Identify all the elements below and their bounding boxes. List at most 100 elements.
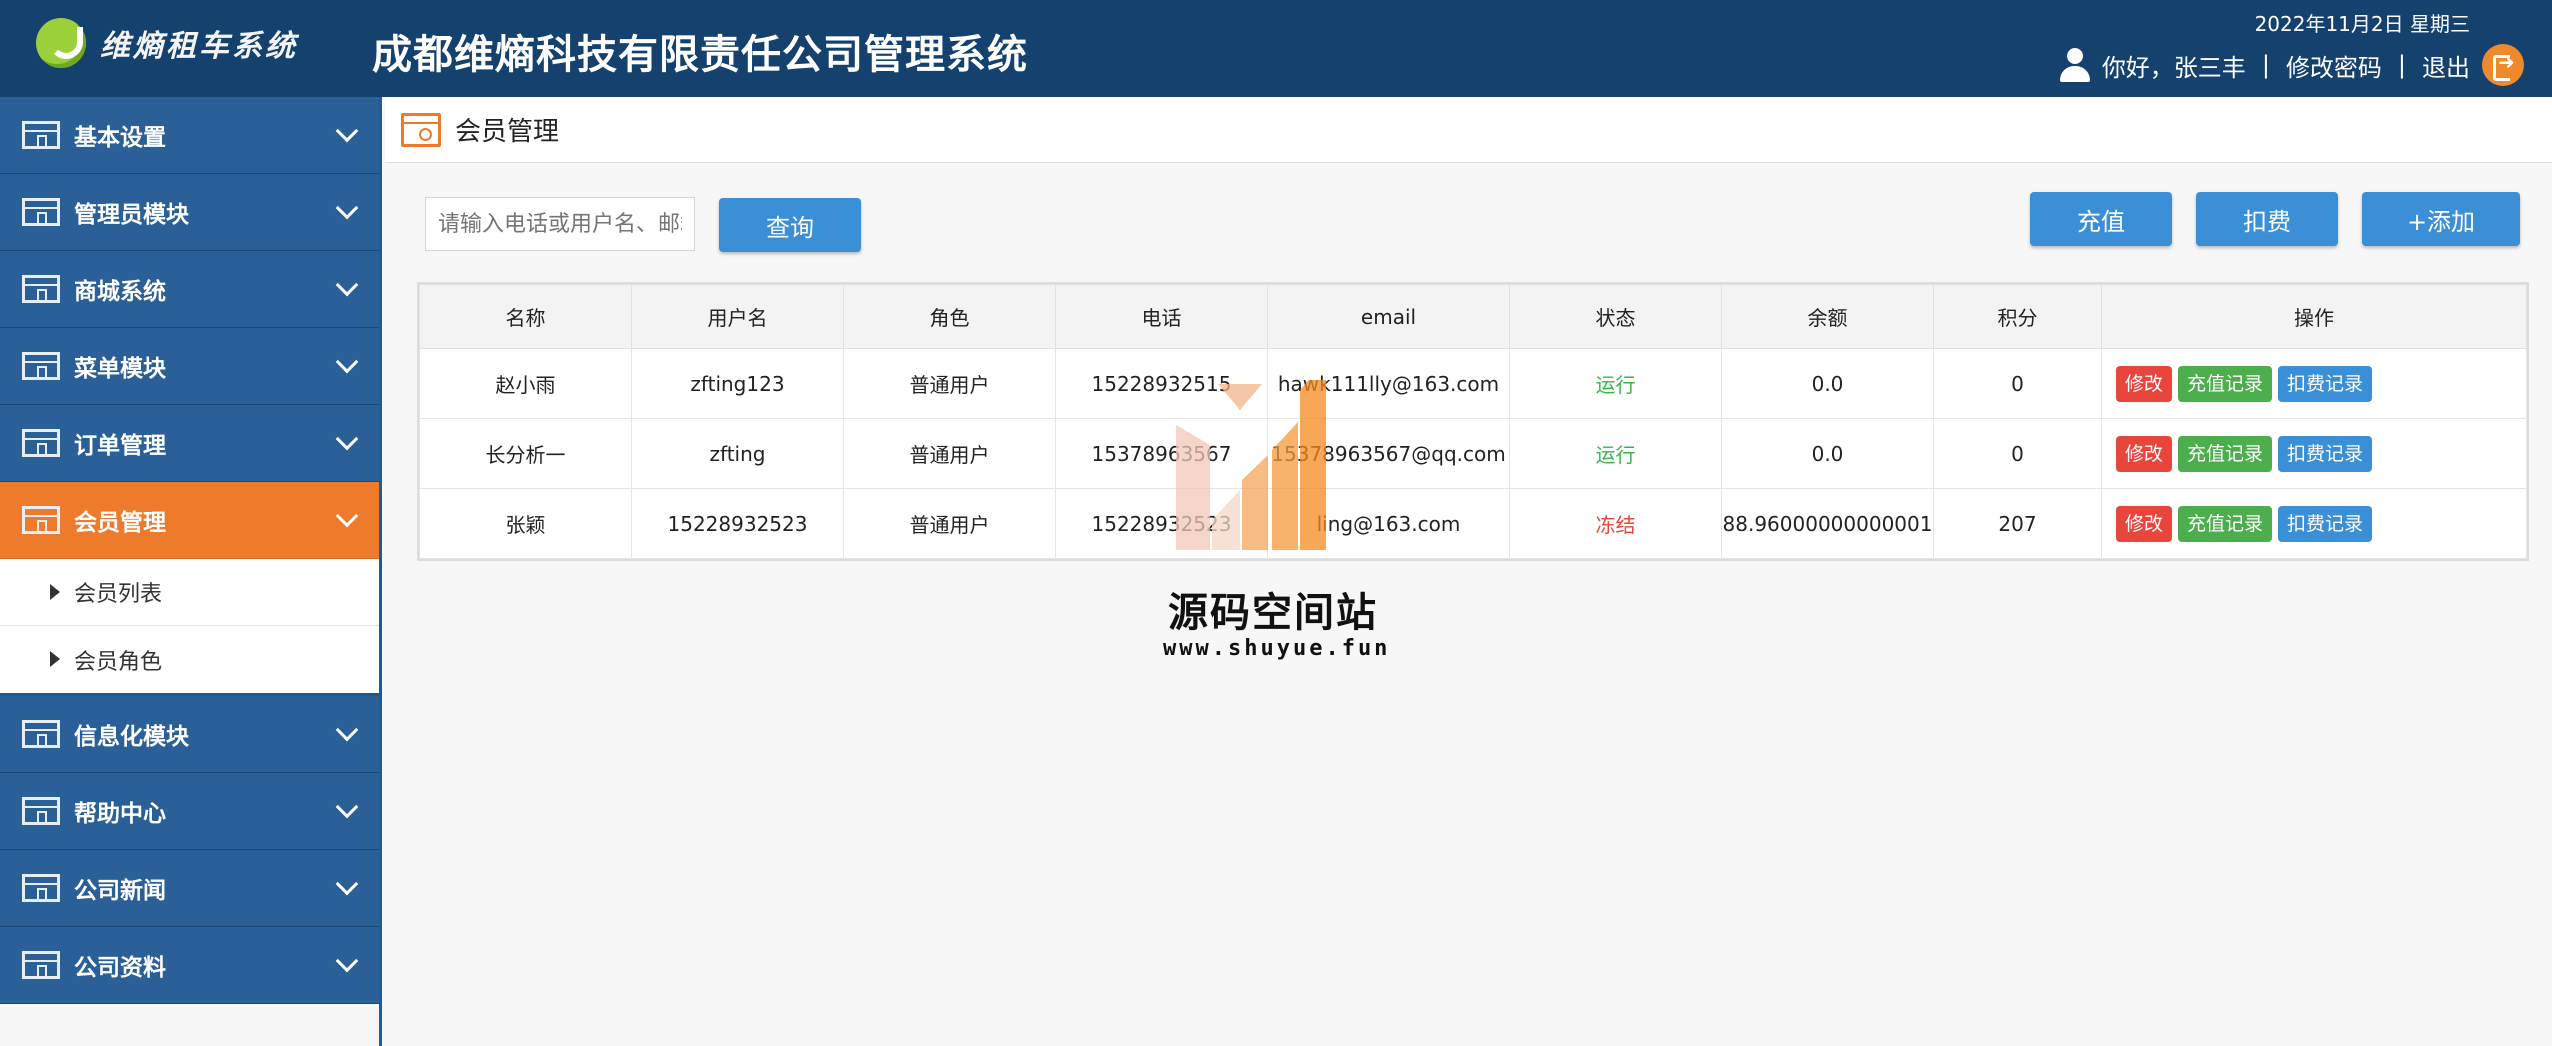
column-header: 操作 — [2101, 284, 2527, 349]
change-password-link[interactable]: 修改密码 — [2286, 48, 2382, 83]
caret-right-icon — [50, 584, 60, 600]
cell-name: 张颖 — [419, 488, 632, 559]
cell-balance: 88.96000000000001 — [1721, 488, 1934, 559]
cell-points: 0 — [1933, 418, 2102, 489]
column-header: 余额 — [1721, 284, 1934, 349]
deduct-log-button[interactable]: 扣费记录 — [2278, 435, 2373, 472]
column-header: 状态 — [1509, 284, 1722, 349]
cell-status: 运行 — [1509, 348, 1722, 419]
cell-points: 0 — [1933, 348, 2102, 419]
submenu-member-roles[interactable]: 会员角色 — [0, 626, 379, 693]
logout-icon[interactable] — [2482, 44, 2524, 86]
column-header: 名称 — [419, 284, 632, 349]
search-window-icon — [401, 112, 441, 147]
caret-right-icon — [50, 651, 60, 667]
greeting: 你好，张三丰 — [2101, 53, 2246, 82]
cell-balance: 0.0 — [1721, 348, 1934, 419]
cell-balance: 0.0 — [1721, 418, 1934, 489]
logo-icon — [36, 18, 86, 68]
submenu-label: 会员角色 — [74, 649, 163, 675]
chevron-down-icon — [335, 504, 359, 528]
chevron-down-icon — [335, 718, 359, 742]
query-button[interactable]: 查询 — [719, 198, 861, 252]
table-header-row: 名称 用户名 角色 电话 email 状态 余额 积分 操作 — [419, 284, 2527, 349]
chevron-down-icon — [335, 273, 359, 297]
recharge-button[interactable]: 充值 — [2030, 192, 2172, 246]
sidebar-item-label: 公司资料 — [74, 955, 166, 981]
chevron-down-icon — [335, 196, 359, 220]
window-icon — [22, 198, 60, 226]
chevron-down-icon — [335, 350, 359, 374]
edit-button[interactable]: 修改 — [2116, 435, 2173, 472]
cell-actions: 修改 充值记录 扣费记录 — [2101, 348, 2527, 419]
window-icon — [22, 275, 60, 303]
page-title: 会员管理 — [455, 117, 560, 147]
deduct-button[interactable]: 扣费 — [2196, 192, 2338, 246]
sidebar: 基本设置 管理员模块 商城系统 菜单模块 订单管理 会员管理 会员列表 会员角色 — [0, 97, 382, 1046]
window-icon — [22, 951, 60, 979]
sidebar-item-admin[interactable]: 管理员模块 — [0, 174, 379, 251]
sidebar-item-label: 订单管理 — [74, 433, 166, 459]
sidebar-item-menu[interactable]: 菜单模块 — [0, 328, 379, 405]
sidebar-item-label: 会员管理 — [74, 510, 166, 536]
chevron-down-icon — [335, 949, 359, 973]
members-table: 名称 用户名 角色 电话 email 状态 余额 积分 操作 赵小雨 zftin… — [417, 282, 2529, 561]
sidebar-item-company-info[interactable]: 公司资料 — [0, 927, 379, 1004]
add-button[interactable]: +添加 — [2362, 192, 2520, 246]
column-header: 积分 — [1933, 284, 2102, 349]
sidebar-item-label: 信息化模块 — [74, 724, 189, 750]
recharge-log-button[interactable]: 充值记录 — [2178, 435, 2273, 472]
page-header: 会员管理 — [385, 97, 2552, 163]
main-content: 会员管理 查询 充值 扣费 +添加 名称 用户名 角色 电话 email 状态 … — [385, 97, 2552, 1046]
user-icon — [2059, 48, 2090, 82]
sidebar-item-news[interactable]: 公司新闻 — [0, 850, 379, 927]
cell-points: 207 — [1933, 488, 2102, 559]
column-header: 用户名 — [631, 284, 844, 349]
chevron-down-icon — [335, 795, 359, 819]
chevron-down-icon — [335, 427, 359, 451]
edit-button[interactable]: 修改 — [2116, 505, 2173, 542]
cell-status: 运行 — [1509, 418, 1722, 489]
recharge-log-button[interactable]: 充值记录 — [2178, 505, 2273, 542]
sidebar-item-label: 管理员模块 — [74, 202, 189, 228]
submenu-member-list[interactable]: 会员列表 — [0, 559, 379, 626]
cell-role: 普通用户 — [843, 418, 1056, 489]
window-icon — [22, 874, 60, 902]
cell-name: 长分析一 — [419, 418, 632, 489]
deduct-log-button[interactable]: 扣费记录 — [2278, 365, 2373, 402]
submenu-label: 会员列表 — [74, 582, 163, 607]
table-row: 长分析一 zfting 普通用户 15378963567 15378963567… — [419, 418, 2527, 489]
cell-role: 普通用户 — [843, 488, 1056, 559]
app-title: 成都维熵科技有限责任公司管理系统 — [372, 32, 1028, 78]
cell-username: 15228932523 — [631, 488, 844, 559]
sidebar-item-label: 菜单模块 — [74, 356, 166, 382]
user-bar: 你好，张三丰 | 修改密码 | 退出 — [2059, 44, 2524, 86]
current-date: 2022年11月2日 星期三 — [2254, 12, 2470, 36]
sidebar-item-members[interactable]: 会员管理 — [0, 482, 379, 559]
column-header: 电话 — [1055, 284, 1268, 349]
window-icon — [22, 429, 60, 457]
window-icon — [22, 121, 60, 149]
window-icon — [22, 797, 60, 825]
sidebar-item-help[interactable]: 帮助中心 — [0, 773, 379, 850]
sidebar-item-basic-settings[interactable]: 基本设置 — [0, 97, 379, 174]
search-input[interactable] — [425, 197, 695, 251]
watermark-title: 源码空间站 — [1168, 590, 1378, 636]
column-header: email — [1267, 284, 1510, 349]
members-submenu: 会员列表 会员角色 — [0, 559, 379, 696]
cell-username: zfting123 — [631, 348, 844, 419]
cell-actions: 修改 充值记录 扣费记录 — [2101, 418, 2527, 489]
deduct-log-button[interactable]: 扣费记录 — [2278, 505, 2373, 542]
logout-link[interactable]: 退出 — [2422, 48, 2470, 83]
sidebar-item-orders[interactable]: 订单管理 — [0, 405, 379, 482]
edit-button[interactable]: 修改 — [2116, 365, 2173, 402]
sidebar-item-mall[interactable]: 商城系统 — [0, 251, 379, 328]
sidebar-item-label: 基本设置 — [74, 125, 166, 151]
top-header: 维熵租车系统 成都维熵科技有限责任公司管理系统 2022年11月2日 星期三 你… — [0, 0, 2552, 97]
window-icon — [22, 720, 60, 748]
recharge-log-button[interactable]: 充值记录 — [2178, 365, 2273, 402]
sidebar-item-informatization[interactable]: 信息化模块 — [0, 696, 379, 773]
separator: | — [2397, 51, 2406, 79]
window-icon — [22, 506, 60, 534]
column-header: 角色 — [843, 284, 1056, 349]
